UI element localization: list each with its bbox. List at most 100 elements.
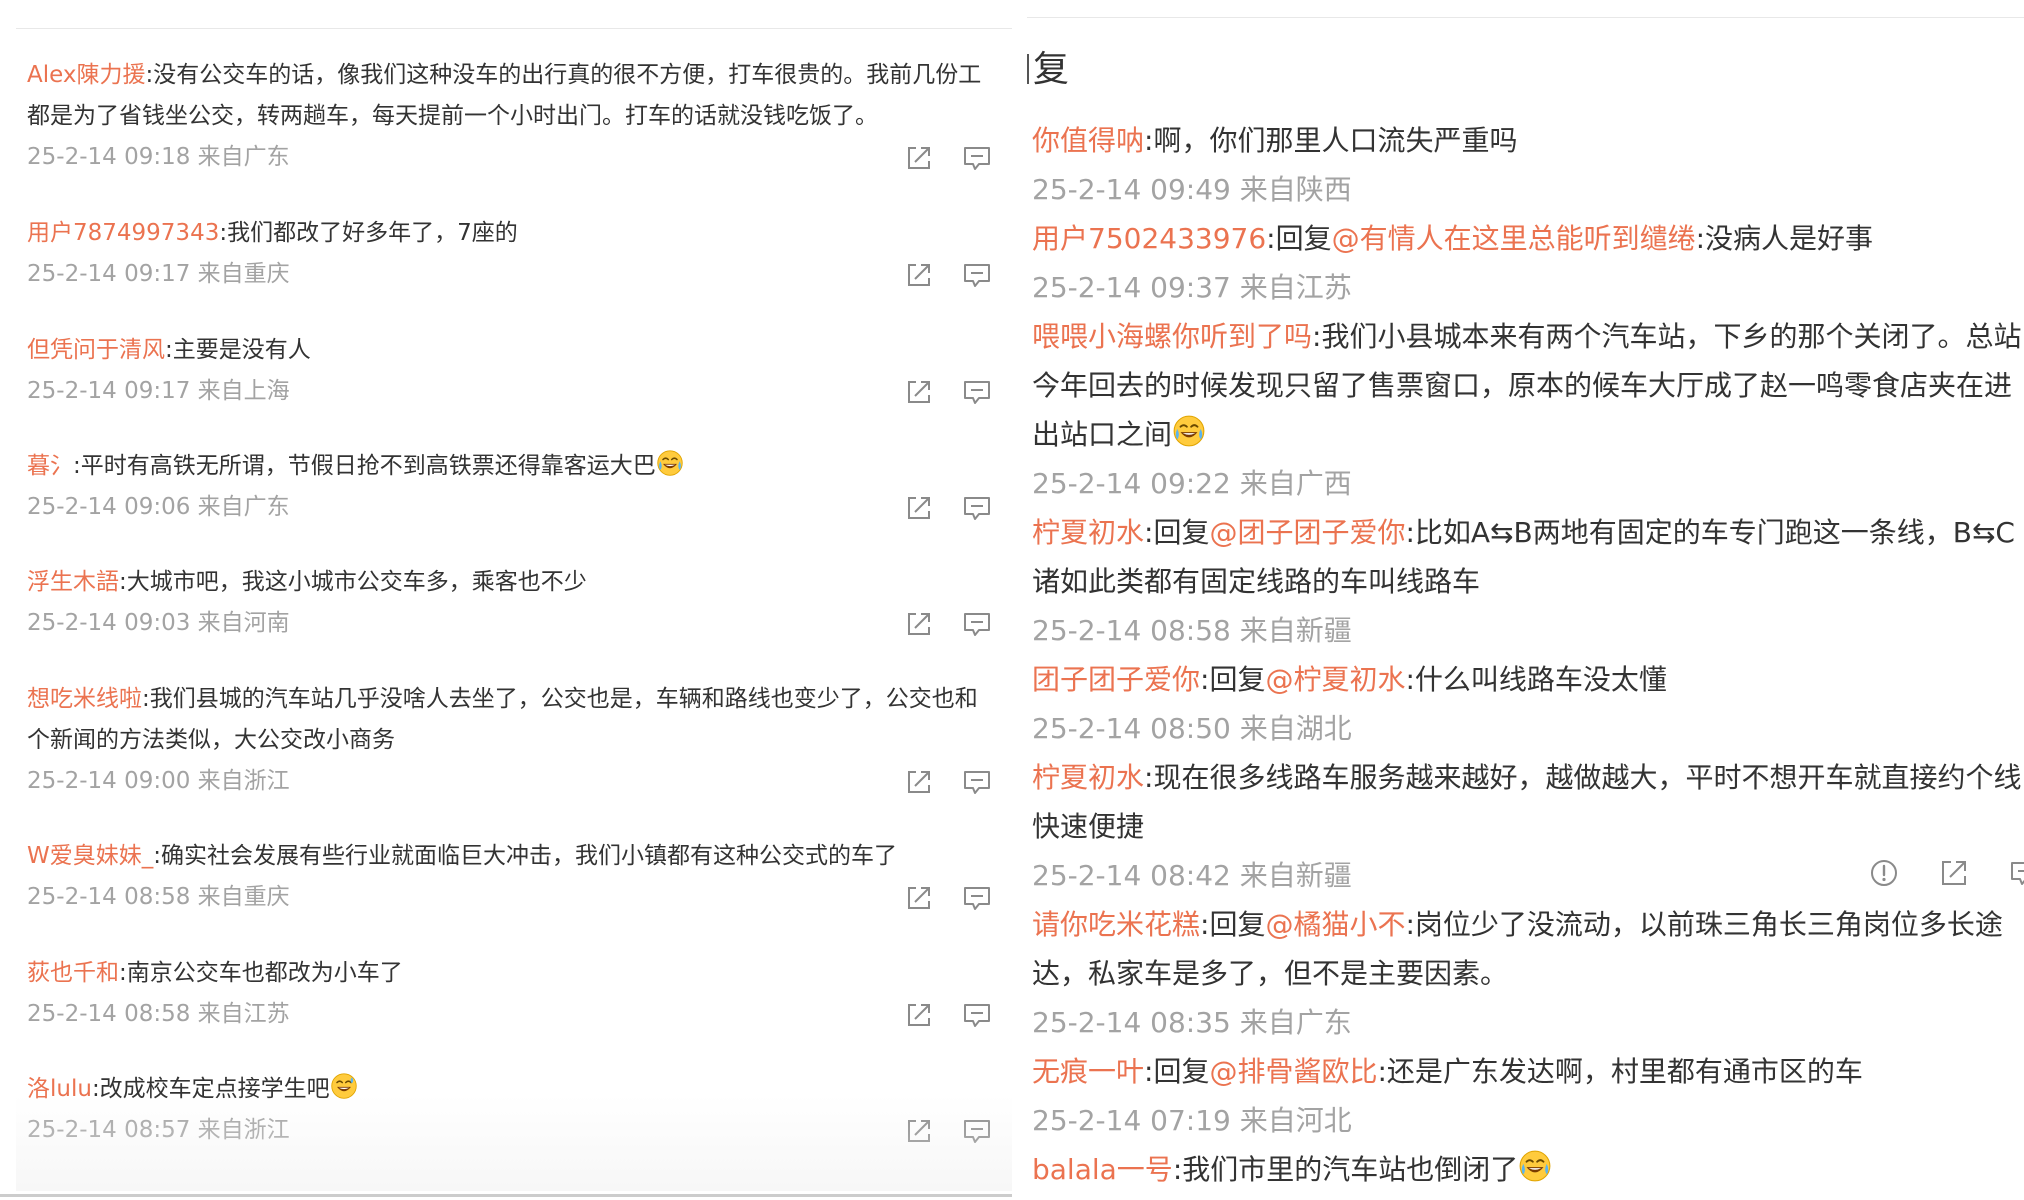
share-button[interactable] — [1937, 856, 1971, 890]
comment-meta: 25-2-14 09:03 来自河南 — [27, 610, 290, 636]
comment-item: 浮生木語:大城市吧，我这小城市公交车多，乘客也不少 25-2-14 09:03 来… — [27, 562, 1012, 644]
comment-actions — [876, 877, 992, 918]
comment-button[interactable] — [962, 767, 992, 797]
comment-meta: 25-2-14 09:17 来自重庆 — [27, 261, 290, 287]
comment-body: :没有公交车的话，像我们这种没车的出行真的很不方便，打车很贵的。我前几份工 — [145, 62, 982, 88]
reply-text: 出站口之间 — [1032, 411, 1206, 459]
comment-button[interactable] — [2007, 856, 2024, 890]
comment-item: 洛lulu:改成校车定点接学生吧 25-2-14 08:57 来自浙江 — [27, 1069, 1012, 1151]
comment-icon — [964, 612, 990, 636]
mention-link[interactable]: @橘猫小不 — [1265, 908, 1405, 941]
share-icon — [1942, 861, 1966, 885]
mention-link[interactable]: @团子团子爱你 — [1209, 516, 1405, 549]
share-button[interactable] — [904, 260, 934, 290]
share-button[interactable] — [904, 1000, 934, 1030]
reply-username[interactable]: 团子团子爱你 — [1032, 663, 1200, 696]
comment-actions — [876, 1110, 992, 1151]
reply-panel-heading: 复 — [1027, 44, 1069, 96]
comment-username[interactable]: 浮生木語 — [27, 569, 119, 595]
comment-body: :南京公交车也都改为小车了 — [119, 960, 403, 986]
comment-button[interactable] — [962, 609, 992, 639]
panel-top-divider — [1027, 17, 2024, 18]
reply-text: 无痕一叶:回复@排骨酱欧比:还是广东发达啊，村里都有通市区的车 — [1032, 1048, 1863, 1096]
reply-username[interactable]: 无痕一叶 — [1032, 1055, 1144, 1088]
comment-username[interactable]: 但凭问于清风 — [27, 337, 165, 363]
reply-text: 请你吃米花糕:回复@橘猫小不:岗位少了没流动，以前珠三角长三角岗位多长途 — [1032, 901, 2003, 949]
reply-username[interactable]: 柠夏初水 — [1032, 516, 1144, 549]
comment-meta: 25-2-14 08:58 来自重庆 — [27, 884, 290, 910]
reply-body: 今年回去的时候发现只留了售票窗口，原本的候车大厅成了赵一鸣零食店夹在进 — [1032, 369, 2013, 402]
share-button[interactable] — [904, 767, 934, 797]
comment-text: W爱臭妹妹_:确实社会发展有些行业就面临巨大冲击，我们小镇都有这种公交式的车了 — [27, 836, 1012, 877]
comment-actions — [876, 994, 992, 1035]
comment-text: 但凭问于清风:主要是没有人 — [27, 330, 1012, 371]
reply-username[interactable]: 请你吃米花糕 — [1032, 908, 1200, 941]
mention-link[interactable]: @排骨酱欧比 — [1209, 1055, 1377, 1088]
comment-meta: 25-2-14 09:17 来自上海 — [27, 378, 290, 404]
left-comment-panel: Alex陳力援:没有公交车的话，像我们这种没车的出行真的很不方便，打车很贵的。我… — [0, 0, 1012, 1197]
comment-icon — [964, 380, 990, 404]
comment-username[interactable]: 想吃米线啦 — [27, 686, 142, 712]
comment-button[interactable] — [962, 1000, 992, 1030]
reply-text: 诸如此类都有固定线路的车叫线路车 — [1032, 558, 1480, 606]
reply-text: 喂喂小海螺你听到了吗:我们小县城本来有两个汽车站，下乡的那个关闭了。总站 — [1032, 313, 2021, 361]
comment-text: 浮生木語:大城市吧，我这小城市公交车多，乘客也不少 — [27, 562, 1012, 603]
reply-username[interactable]: 用户7502433976 — [1032, 222, 1266, 255]
comment-actions — [876, 603, 992, 644]
comment-button[interactable] — [962, 1116, 992, 1146]
comment-actions — [876, 761, 992, 802]
panel-top-divider — [16, 28, 1012, 29]
comment-meta: 25-2-14 08:57 来自浙江 — [27, 1117, 290, 1143]
comment-item: Alex陳力援:没有公交车的话，像我们这种没车的出行真的很不方便，打车很贵的。我… — [27, 55, 1012, 178]
comment-item: 但凭问于清风:主要是没有人 25-2-14 09:17 来自上海 — [27, 330, 1012, 412]
comment-username[interactable]: W爱臭妹妹_ — [27, 843, 153, 869]
share-icon — [908, 886, 930, 909]
comment-button[interactable] — [962, 377, 992, 407]
comment-text: 洛lulu:改成校车定点接学生吧 — [27, 1069, 1012, 1110]
comment-icon — [964, 770, 990, 794]
reply-body: 出站口之间 — [1032, 418, 1173, 451]
share-button[interactable] — [904, 493, 934, 523]
comment-username[interactable]: 荻也千和 — [27, 960, 119, 986]
comment-button[interactable] — [962, 493, 992, 523]
comment-username[interactable]: Alex陳力援 — [27, 62, 145, 88]
comment-icon — [964, 496, 990, 520]
reply-body: 快速便捷 — [1032, 810, 1145, 843]
share-icon — [908, 1003, 930, 1026]
comment-button[interactable] — [962, 260, 992, 290]
comment-actions — [876, 371, 992, 412]
mention-link[interactable]: @柠夏初水 — [1265, 663, 1405, 696]
reply-username[interactable]: 你值得呐 — [1032, 124, 1144, 157]
comment-username[interactable]: 用户7874997343 — [27, 220, 219, 246]
comment-username[interactable]: 暮氵 — [27, 453, 73, 479]
share-icon — [908, 380, 930, 403]
reply-body: :回复 — [1200, 663, 1266, 696]
reply-text: 柠夏初水:回复@团子团子爱你:比如A⇆B两地有固定的车专门跑这一条线，B⇆C — [1032, 509, 2015, 557]
reply-username[interactable]: 柠夏初水 — [1032, 761, 1144, 794]
reply-meta: 25-2-14 07:19 来自河北 — [1032, 1104, 1352, 1137]
comment-actions — [876, 254, 992, 295]
comment-item: 暮氵:平时有高铁无所谓，节假日抢不到高铁票还得靠客运大巴 25-2-14 09:0… — [27, 446, 1012, 528]
comment-actions — [876, 487, 992, 528]
comment-button[interactable] — [962, 143, 992, 173]
comment-text: Alex陳力援:没有公交车的话，像我们这种没车的出行真的很不方便，打车很贵的。我… — [27, 55, 1012, 96]
comment-button[interactable] — [962, 883, 992, 913]
share-button[interactable] — [904, 377, 934, 407]
reply-username[interactable]: balala一号 — [1032, 1153, 1173, 1186]
share-button[interactable] — [904, 883, 934, 913]
share-button[interactable] — [904, 1116, 934, 1146]
share-button[interactable] — [904, 143, 934, 173]
reply-body: :还是广东发达啊，村里都有通市区的车 — [1377, 1055, 1863, 1088]
reply-body: :没病人是好事 — [1695, 222, 1874, 255]
reply-text: 达，私家车是多了，但不是主要因素。 — [1032, 950, 1508, 998]
reply-text: 快速便捷 — [1032, 803, 1144, 851]
share-button[interactable] — [904, 609, 934, 639]
share-icon — [908, 770, 930, 793]
report-button[interactable] — [1867, 856, 1901, 890]
comment-username[interactable]: 洛lulu — [27, 1076, 92, 1102]
comment-actions — [876, 137, 992, 178]
reply-body: 诸如此类都有固定线路的车叫线路车 — [1032, 565, 1481, 598]
reply-body: :我们市里的汽车站也倒闭了 — [1172, 1153, 1519, 1186]
mention-link[interactable]: @有情人在这里总能听到缱绻 — [1332, 222, 1696, 255]
reply-username[interactable]: 喂喂小海螺你听到了吗 — [1032, 320, 1312, 353]
